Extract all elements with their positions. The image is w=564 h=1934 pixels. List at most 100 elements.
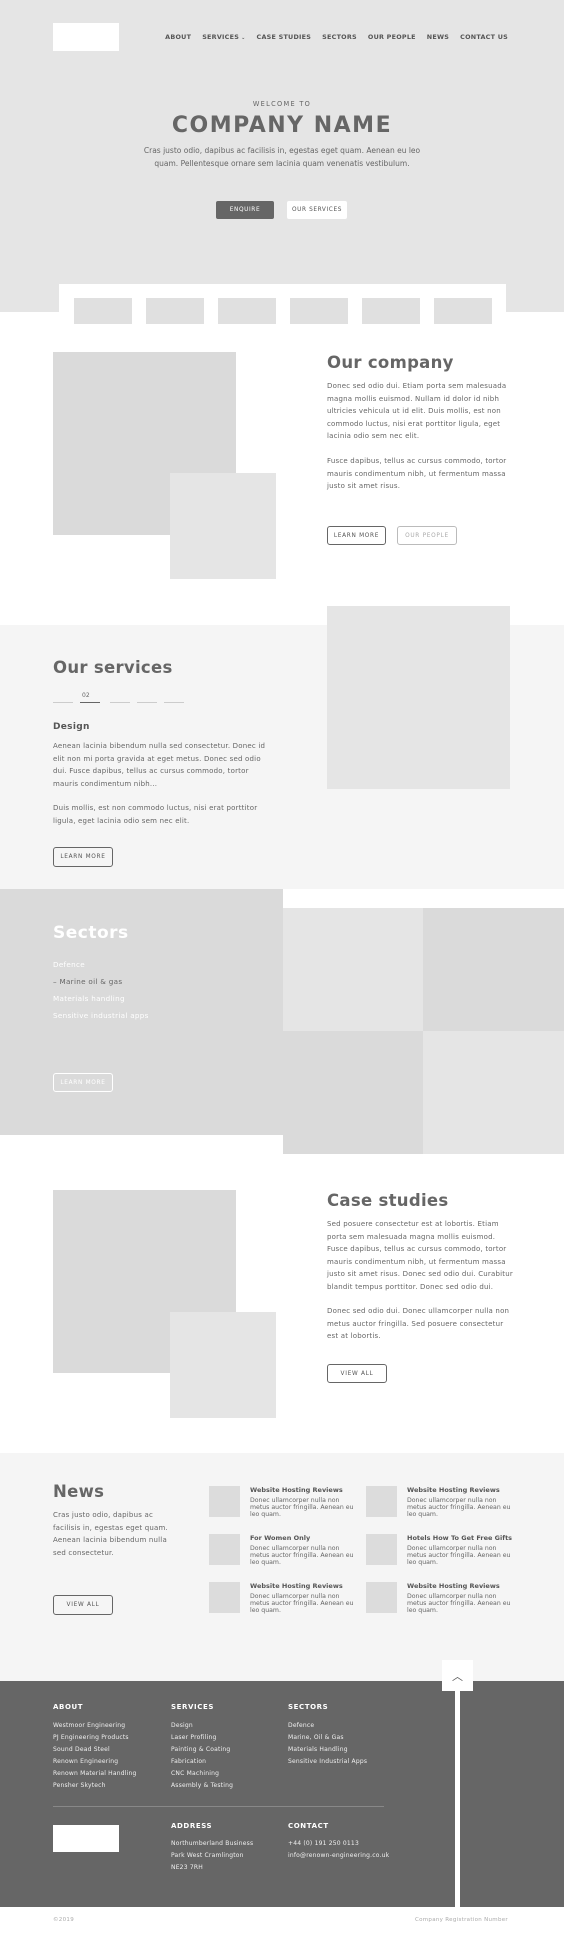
hero-title: COMPANY NAME — [171, 113, 393, 138]
footer-about-link[interactable]: Renown Engineering — [53, 1758, 118, 1765]
sector-tile[interactable] — [423, 908, 564, 1031]
footer-address-line: Northumberland Business — [171, 1840, 254, 1847]
footer-services-link[interactable]: Design — [171, 1722, 193, 1729]
news-title: News — [53, 1482, 105, 1501]
footer-services-link[interactable]: Assembly & Testing — [171, 1782, 233, 1789]
case-studies-paragraph-2: Donec sed odio dui. Donec ullamcorper nu… — [327, 1307, 510, 1340]
news-item-desc: Donec ullamcorper nulla non metus auctor… — [407, 1545, 511, 1566]
services-step-line[interactable] — [137, 702, 157, 703]
services-paragraph-1: Aenean lacinia bibendum nulla sed consec… — [53, 742, 266, 788]
footer-services-link[interactable]: Painting & Coating — [171, 1746, 230, 1753]
footer-phone[interactable]: +44 (0) 191 250 0113 — [288, 1840, 359, 1847]
hero-tab[interactable] — [146, 298, 204, 324]
main-nav: ABOUT SERVICES ⌄ CASE STUDIES SECTORS OUR… — [165, 33, 508, 41]
services-title: Our services — [53, 658, 173, 677]
footer-about-link[interactable]: Renown Material Handling — [53, 1770, 137, 1777]
sector-item[interactable]: Defence — [53, 960, 85, 969]
sector-tile[interactable] — [423, 1031, 564, 1154]
logo[interactable] — [53, 23, 119, 51]
sector-item-active[interactable]: – Marine oil & gas — [53, 977, 122, 986]
footer-about-link[interactable]: Pensher Skytech — [53, 1782, 106, 1789]
services-image — [327, 606, 510, 789]
company-paragraph-2: Fusce dapibus, tellus ac cursus commodo,… — [327, 457, 507, 490]
case-studies-paragraph-1: Sed posuere consectetur est at lobortis.… — [327, 1220, 513, 1291]
copyright: ©2019 — [53, 1917, 74, 1923]
footer-sectors-link[interactable]: Sensitive Industrial Apps — [288, 1758, 367, 1765]
hero-text: Cras justo odio, dapibus ac facilisis in… — [143, 146, 421, 168]
nav-services[interactable]: SERVICES ⌄ — [202, 33, 245, 41]
nav-case-studies[interactable]: CASE STUDIES — [257, 33, 312, 41]
footer-about-link[interactable]: Westmoor Engineering — [53, 1722, 125, 1729]
news-thumbnail[interactable] — [366, 1534, 397, 1565]
footer-logo[interactable] — [53, 1825, 119, 1852]
nav-services-label: SERVICES — [202, 33, 240, 41]
footer-services-link[interactable]: Fabrication — [171, 1758, 206, 1765]
hero-tab[interactable] — [434, 298, 492, 324]
company-learn-more-button[interactable]: LEARN MORE — [327, 526, 386, 545]
enquire-button[interactable]: ENQUIRE — [216, 201, 274, 219]
sector-item[interactable]: Materials handling — [53, 994, 125, 1003]
services-step-line[interactable] — [53, 702, 73, 703]
footer-email[interactable]: info@renown-engineering.co.uk — [288, 1852, 389, 1859]
company-paragraph-1: Donec sed odio dui. Etiam porta sem male… — [327, 382, 507, 440]
news-item-title[interactable]: Website Hosting Reviews — [250, 1582, 343, 1590]
hero-welcome: WELCOME TO — [252, 100, 312, 108]
caret-down-icon: ⌄ — [241, 35, 246, 41]
footer-address-title: ADDRESS — [171, 1822, 213, 1830]
services-step-line[interactable] — [164, 702, 184, 703]
footer-about-link[interactable]: PJ Engineering Products — [53, 1734, 129, 1741]
news-item-desc: Donec ullamcorper nulla non metus auctor… — [407, 1497, 511, 1518]
sectors-learn-more-button[interactable]: LEARN MORE — [53, 1073, 113, 1092]
sector-tile[interactable] — [283, 1031, 423, 1154]
footer-address-line: NE23 7RH — [171, 1864, 203, 1871]
news-item-title[interactable]: Website Hosting Reviews — [407, 1486, 500, 1494]
hero-tab[interactable] — [74, 298, 132, 324]
news-thumbnail[interactable] — [366, 1486, 397, 1517]
news-thumbnail[interactable] — [209, 1582, 240, 1613]
back-to-top-button[interactable]: ︿ — [442, 1660, 473, 1691]
news-view-all-button[interactable]: VIEW ALL — [53, 1595, 113, 1615]
news-item-title[interactable]: For Women Only — [250, 1534, 310, 1542]
news-thumbnail[interactable] — [209, 1486, 240, 1517]
hero-tab[interactable] — [218, 298, 276, 324]
news-item-title[interactable]: Website Hosting Reviews — [407, 1582, 500, 1590]
news-item-title[interactable]: Website Hosting Reviews — [250, 1486, 343, 1494]
back-to-top-rail — [455, 1681, 460, 1907]
nav-our-people[interactable]: OUR PEOPLE — [368, 33, 416, 41]
sectors-title: Sectors — [53, 923, 129, 943]
company-registration: Company Registration Number — [414, 1917, 508, 1923]
footer-about-link[interactable]: Sound Dead Steel — [53, 1746, 110, 1753]
footer-services-link[interactable]: CNC Machining — [171, 1770, 219, 1777]
services-step-line[interactable] — [110, 702, 130, 703]
footer-sectors-link[interactable]: Marine, Oil & Gas — [288, 1734, 344, 1741]
footer-divider — [53, 1806, 384, 1807]
nav-contact-us[interactable]: CONTACT US — [460, 33, 508, 41]
footer — [0, 1681, 564, 1907]
hero-tab[interactable] — [290, 298, 348, 324]
news-item-desc: Donec ullamcorper nulla non metus auctor… — [250, 1545, 354, 1566]
news-thumbnail[interactable] — [366, 1582, 397, 1613]
nav-news[interactable]: NEWS — [427, 33, 449, 41]
footer-sectors-link[interactable]: Materials Handling — [288, 1746, 348, 1753]
case-studies-view-all-button[interactable]: VIEW ALL — [327, 1364, 387, 1383]
sector-item[interactable]: Sensitive industrial apps — [53, 1011, 149, 1020]
nav-sectors[interactable]: SECTORS — [322, 33, 357, 41]
services-learn-more-button[interactable]: LEARN MORE — [53, 847, 113, 867]
footer-sectors-link[interactable]: Defence — [288, 1722, 314, 1729]
hero-tab[interactable] — [362, 298, 420, 324]
case-studies-title: Case studies — [327, 1191, 449, 1210]
services-paragraph-2: Duis mollis, est non commodo luctus, nis… — [53, 804, 258, 825]
nav-about[interactable]: ABOUT — [165, 33, 191, 41]
company-image-secondary — [170, 473, 276, 579]
our-people-button[interactable]: OUR PEOPLE — [397, 526, 457, 545]
news-thumbnail[interactable] — [209, 1534, 240, 1565]
footer-services-link[interactable]: Laser Profiling — [171, 1734, 216, 1741]
services-step-line-active[interactable] — [80, 702, 100, 703]
news-item-title[interactable]: Hotels How To Get Free Gifts — [407, 1534, 512, 1542]
our-services-button[interactable]: OUR SERVICES — [287, 201, 347, 219]
chevron-up-icon: ︿ — [452, 1669, 463, 1683]
footer-about-title: ABOUT — [53, 1703, 84, 1711]
news-item-desc: Donec ullamcorper nulla non metus auctor… — [407, 1593, 511, 1614]
case-studies-image-secondary — [170, 1312, 276, 1418]
sector-tile[interactable] — [283, 908, 423, 1031]
